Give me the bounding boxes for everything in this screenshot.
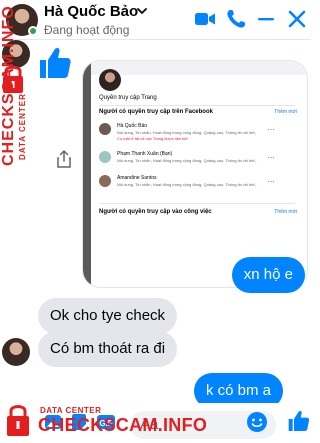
user-permissions: Nội dung, Tin nhắn, Hoạt động trong cộng… [117,182,257,187]
more-options-icon: ⋯ [267,125,275,134]
page-avatar [99,69,121,91]
emoji-icon[interactable] [246,411,268,433]
access-user-row: Amandine Santos Nội dung, Tin nhắn, Hoạt… [99,175,295,195]
user-avatar [99,175,111,187]
work-access-heading: Người có quyền truy cập vào công việc [99,209,212,215]
user-name: Amandine Santos [117,175,157,181]
close-icon[interactable] [286,8,308,30]
user-avatar [99,123,111,135]
access-user-row: Hà Quốc Bảo Nội dung, Tin nhắn, Hoạt độn… [99,123,295,145]
divider [99,203,295,204]
contact-status: Đang hoạt động [44,23,130,37]
divider [99,105,295,106]
shared-image[interactable]: Quyền truy cập Trang Người có quyền truy… [82,60,308,288]
outgoing-message: xn hộ e [231,257,305,293]
image-side-strip [83,61,91,287]
watermark-big-text: CHECKSCAM.INFO [38,415,208,435]
more-options-icon: ⋯ [267,177,275,186]
watermark-lock-icon [7,405,29,436]
user-note: Có mặt ở tất cả các Trang được liên kết [117,136,188,141]
like-icon [40,47,71,78]
user-avatar [99,151,111,163]
user-permissions: Nội dung, Tin nhắn, Hoạt động trong cộng… [117,158,257,163]
user-permissions: Nội dung, Tin nhắn, Hoạt động trong cộng… [117,130,257,135]
watermark-small-text: DATA CENTER [40,406,102,415]
watermark-vertical-small: DATA CENTER [18,93,27,160]
access-user-row: Phạm Thanh Xuân (Bạn) Nội dung, Tin nhắn… [99,151,295,171]
chat-header: Hà Quốc Bảo Đang hoạt động [0,0,311,40]
outgoing-message: k có bm a [193,373,283,403]
incoming-message: Có bm thoát ra đi [38,331,178,367]
user-name: Hà Quốc Bảo [117,123,148,129]
like-icon[interactable] [286,409,310,433]
contact-message-avatar [2,338,30,366]
online-status-dot [28,26,38,36]
chevron-down-icon[interactable] [136,5,148,17]
message-list: Quyền truy cập Trang Người có quyền truy… [0,40,311,403]
add-new-link: Thêm mới [274,209,297,215]
video-call-icon[interactable] [194,8,216,30]
minimize-icon[interactable] [255,8,277,30]
user-name: Phạm Thanh Xuân (Bạn) [117,151,173,157]
image-topbar [91,61,307,75]
more-options-icon: ⋯ [267,153,275,162]
add-new-link: Thêm mới [274,109,297,115]
phone-icon[interactable] [225,8,247,30]
contact-name[interactable]: Hà Quốc Bảo [44,3,138,20]
watermark-vertical-big: CHECKSCAM.INFO [0,5,17,166]
share-icon[interactable] [56,150,72,168]
incoming-message: Ok cho tye check [38,298,178,334]
page-access-title: Quyền truy cập Trang [99,95,157,101]
facebook-access-heading: Người có quyền truy cập trên Facebook [99,109,213,115]
